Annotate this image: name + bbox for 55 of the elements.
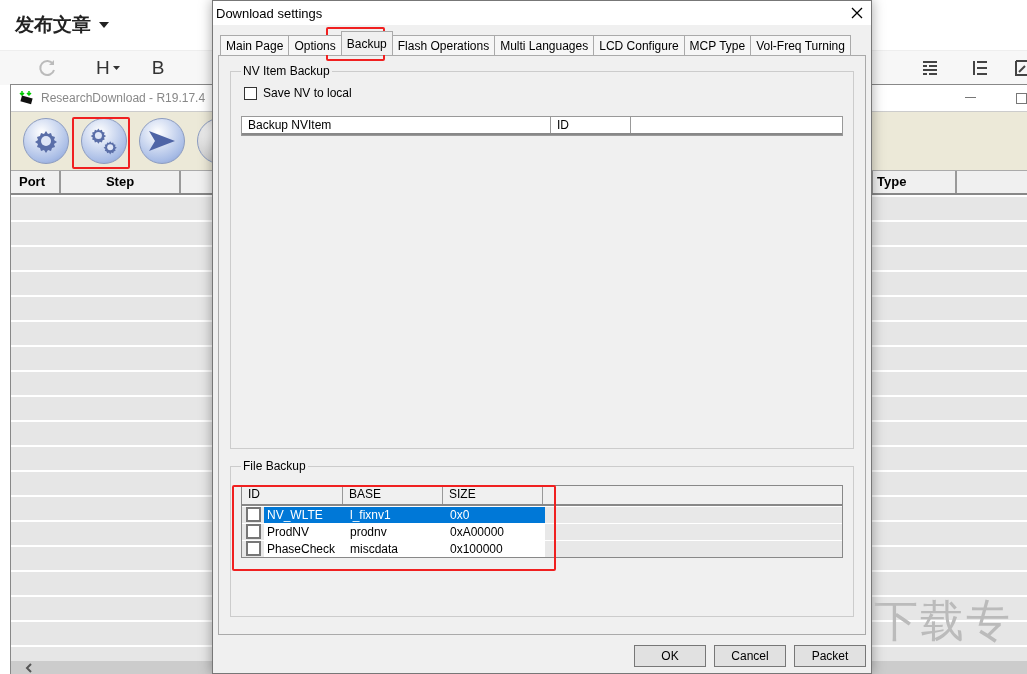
table-cell: 0x0 bbox=[445, 506, 545, 523]
table-cell: ProdNV bbox=[264, 523, 344, 540]
tab[interactable]: Backup bbox=[340, 31, 393, 55]
caret-icon[interactable] bbox=[99, 22, 109, 28]
row-checkbox[interactable] bbox=[246, 541, 261, 556]
table-cell: prodnv bbox=[344, 523, 445, 540]
bold-button[interactable]: B bbox=[151, 57, 165, 79]
table-cell: NV_WLTE bbox=[264, 506, 344, 523]
column-header: ID bbox=[551, 117, 631, 133]
table-cell: l_fixnv1 bbox=[344, 506, 445, 523]
background-text: 下载专 bbox=[874, 594, 1012, 648]
nv-item-list[interactable]: Backup NVItem ID bbox=[241, 116, 843, 136]
arrow-icon bbox=[149, 131, 175, 151]
tab[interactable]: Multi Languages bbox=[494, 35, 595, 55]
scroll-left-icon[interactable] bbox=[25, 663, 32, 673]
table-cell: 0xA00000 bbox=[445, 523, 545, 540]
tab[interactable]: Main Page bbox=[220, 35, 290, 55]
tab[interactable]: Flash Operations bbox=[391, 35, 496, 55]
row-checkbox[interactable] bbox=[246, 507, 261, 522]
highlight-frame bbox=[72, 117, 130, 169]
tab[interactable]: LCD Configure bbox=[593, 35, 685, 55]
dialog-button[interactable]: OK bbox=[634, 645, 706, 667]
table-cell: PhaseCheck bbox=[264, 540, 344, 557]
column-header: Backup NVItem bbox=[242, 117, 551, 133]
file-backup-table[interactable]: ID BASE SIZE NV_WLTE l_fixnv1 0x0 ProdNV prodnv 0xA00000 PhaseCheck miscdata 0x100000 bbox=[241, 485, 843, 558]
tab[interactable]: MCP Type bbox=[683, 35, 752, 55]
group-title: NV Item Backup bbox=[242, 64, 331, 78]
heading-button[interactable]: H bbox=[96, 57, 110, 79]
group-title: File Backup bbox=[242, 459, 307, 473]
column-header: Step bbox=[61, 171, 181, 193]
expand-icon[interactable] bbox=[1015, 60, 1027, 76]
list-icon[interactable] bbox=[972, 60, 988, 76]
settings-button[interactable] bbox=[81, 118, 127, 164]
row-checkbox[interactable] bbox=[246, 524, 261, 539]
caret-icon[interactable] bbox=[112, 66, 120, 70]
minimize-icon[interactable] bbox=[965, 97, 976, 99]
article-title: 发布文章 bbox=[15, 12, 91, 37]
column-header: Port bbox=[11, 171, 61, 193]
settings-button[interactable] bbox=[23, 118, 69, 164]
dialog-button[interactable]: Cancel bbox=[714, 645, 786, 667]
gear-icon bbox=[34, 129, 58, 153]
close-button[interactable] bbox=[849, 5, 865, 21]
list-icon[interactable] bbox=[922, 60, 938, 76]
table-cell: miscdata bbox=[344, 540, 445, 557]
tab[interactable]: Vol-Freq Turning bbox=[750, 35, 851, 55]
tab[interactable]: Options bbox=[288, 35, 342, 55]
maximize-icon[interactable] bbox=[1016, 92, 1027, 104]
dialog-button[interactable]: Packet bbox=[794, 645, 866, 667]
window-title: ResearchDownload - R19.17.4 bbox=[41, 91, 206, 105]
start-button[interactable] bbox=[139, 118, 185, 164]
app-icon bbox=[19, 91, 35, 105]
save-nv-checkbox[interactable]: Save NV to local bbox=[244, 86, 843, 100]
gears-icon bbox=[90, 127, 118, 155]
table-cell: 0x100000 bbox=[445, 540, 545, 557]
dialog-title: Download settings bbox=[216, 5, 323, 21]
